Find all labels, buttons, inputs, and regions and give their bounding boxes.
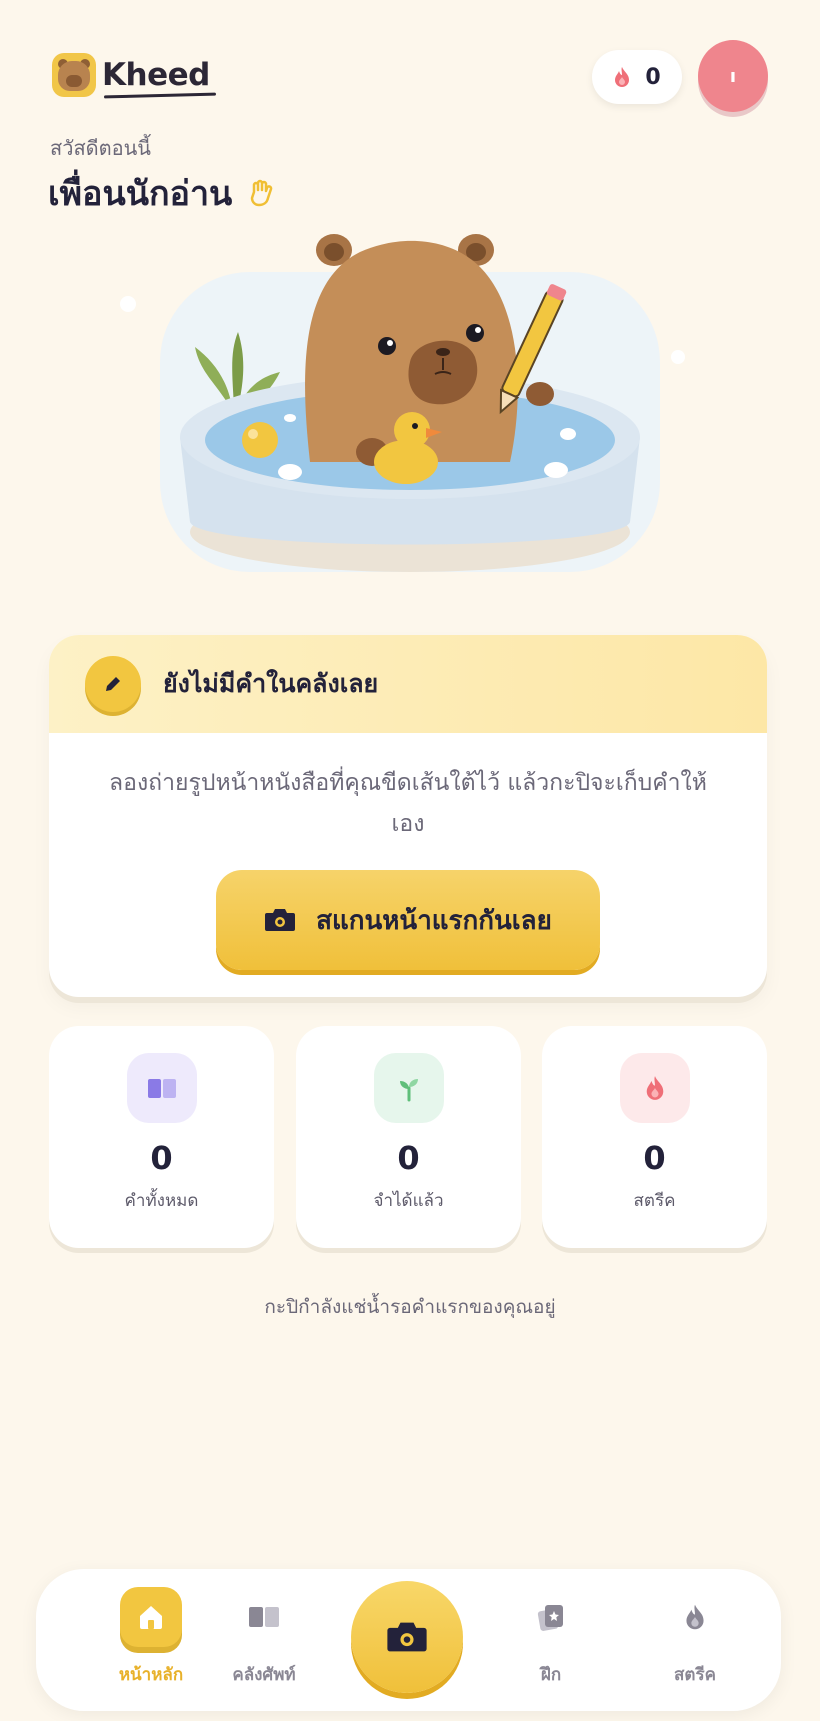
- empty-library-card: ยังไม่มีคำในคลังเลย ลองถ่ายรูปหน้าหนังสื…: [49, 635, 767, 997]
- avatar[interactable]: ı: [698, 40, 768, 112]
- stat-label: จำได้แล้ว: [373, 1191, 444, 1211]
- nav-streak-label: สตรีค: [674, 1665, 716, 1685]
- flashcards-icon: [521, 1587, 581, 1647]
- stat-label: สตรีค: [633, 1191, 676, 1211]
- nav-library[interactable]: คลังศัพท์: [204, 1587, 324, 1688]
- stat-label: คำทั้งหมด: [124, 1191, 199, 1211]
- book-icon: [234, 1587, 294, 1647]
- scan-button-label: สแกนหน้าแรกกันเลย: [316, 905, 552, 936]
- home-icon: [120, 1587, 182, 1647]
- stat-value: 0: [397, 1139, 420, 1177]
- camera-icon: [265, 909, 296, 931]
- app-logo: Kheed: [52, 53, 210, 97]
- nav-home-label: หน้าหลัก: [118, 1665, 184, 1685]
- nav-library-label: คลังศัพท์: [232, 1665, 296, 1685]
- stat-card-streak: 0 สตรีค: [542, 1026, 767, 1248]
- bottom-navigation: หน้าหลัก คลังศัพท์ ฝึก สตรีค: [36, 1569, 781, 1711]
- streak-count: 0: [645, 64, 661, 90]
- stat-card-learned: 0 จำได้แล้ว: [296, 1026, 521, 1248]
- scan-first-page-button[interactable]: สแกนหน้าแรกกันเลย: [216, 870, 600, 970]
- capybara-logo-icon: [52, 53, 96, 97]
- empty-card-header: ยังไม่มีคำในคลังเลย: [49, 635, 767, 733]
- app-name: Kheed: [102, 57, 210, 93]
- sprout-icon: [373, 1053, 444, 1123]
- stat-card-total-words: 0 คำทั้งหมด: [49, 1026, 274, 1248]
- nav-practice[interactable]: ฝึก: [491, 1587, 611, 1688]
- streak-pill[interactable]: 0: [592, 50, 682, 104]
- pencil-icon: [85, 656, 141, 712]
- flame-icon: [619, 1053, 690, 1123]
- flame-icon: [615, 67, 630, 87]
- nav-practice-label: ฝึก: [540, 1665, 562, 1685]
- waving-hand-icon: [251, 179, 273, 207]
- flame-icon: [665, 1587, 725, 1647]
- nav-home[interactable]: หน้าหลัก: [91, 1587, 211, 1688]
- status-message: กะปิกำลังแช่น้ำรอคำแรกของคุณอยู่: [264, 1296, 556, 1318]
- camera-icon: [387, 1622, 427, 1652]
- nav-streak[interactable]: สตรีค: [635, 1587, 755, 1688]
- greeting-subtitle: สวัสดีตอนนี้: [50, 136, 151, 160]
- stat-value: 0: [643, 1139, 666, 1177]
- empty-card-description: ลองถ่ายรูปหน้าหนังสือที่คุณขีดเส้นใต้ไว้…: [109, 770, 707, 837]
- greeting-title: เพื่อนนักอ่าน: [48, 166, 276, 220]
- capybara-bath-illustration: [120, 234, 685, 572]
- greeting-title-text: เพื่อนนักอ่าน: [48, 174, 233, 214]
- camera-scan-button[interactable]: [351, 1581, 463, 1693]
- empty-card-title: ยังไม่มีคำในคลังเลย: [163, 669, 379, 698]
- book-icon: [126, 1053, 197, 1123]
- stat-value: 0: [150, 1139, 173, 1177]
- avatar-initial: ı: [729, 65, 737, 87]
